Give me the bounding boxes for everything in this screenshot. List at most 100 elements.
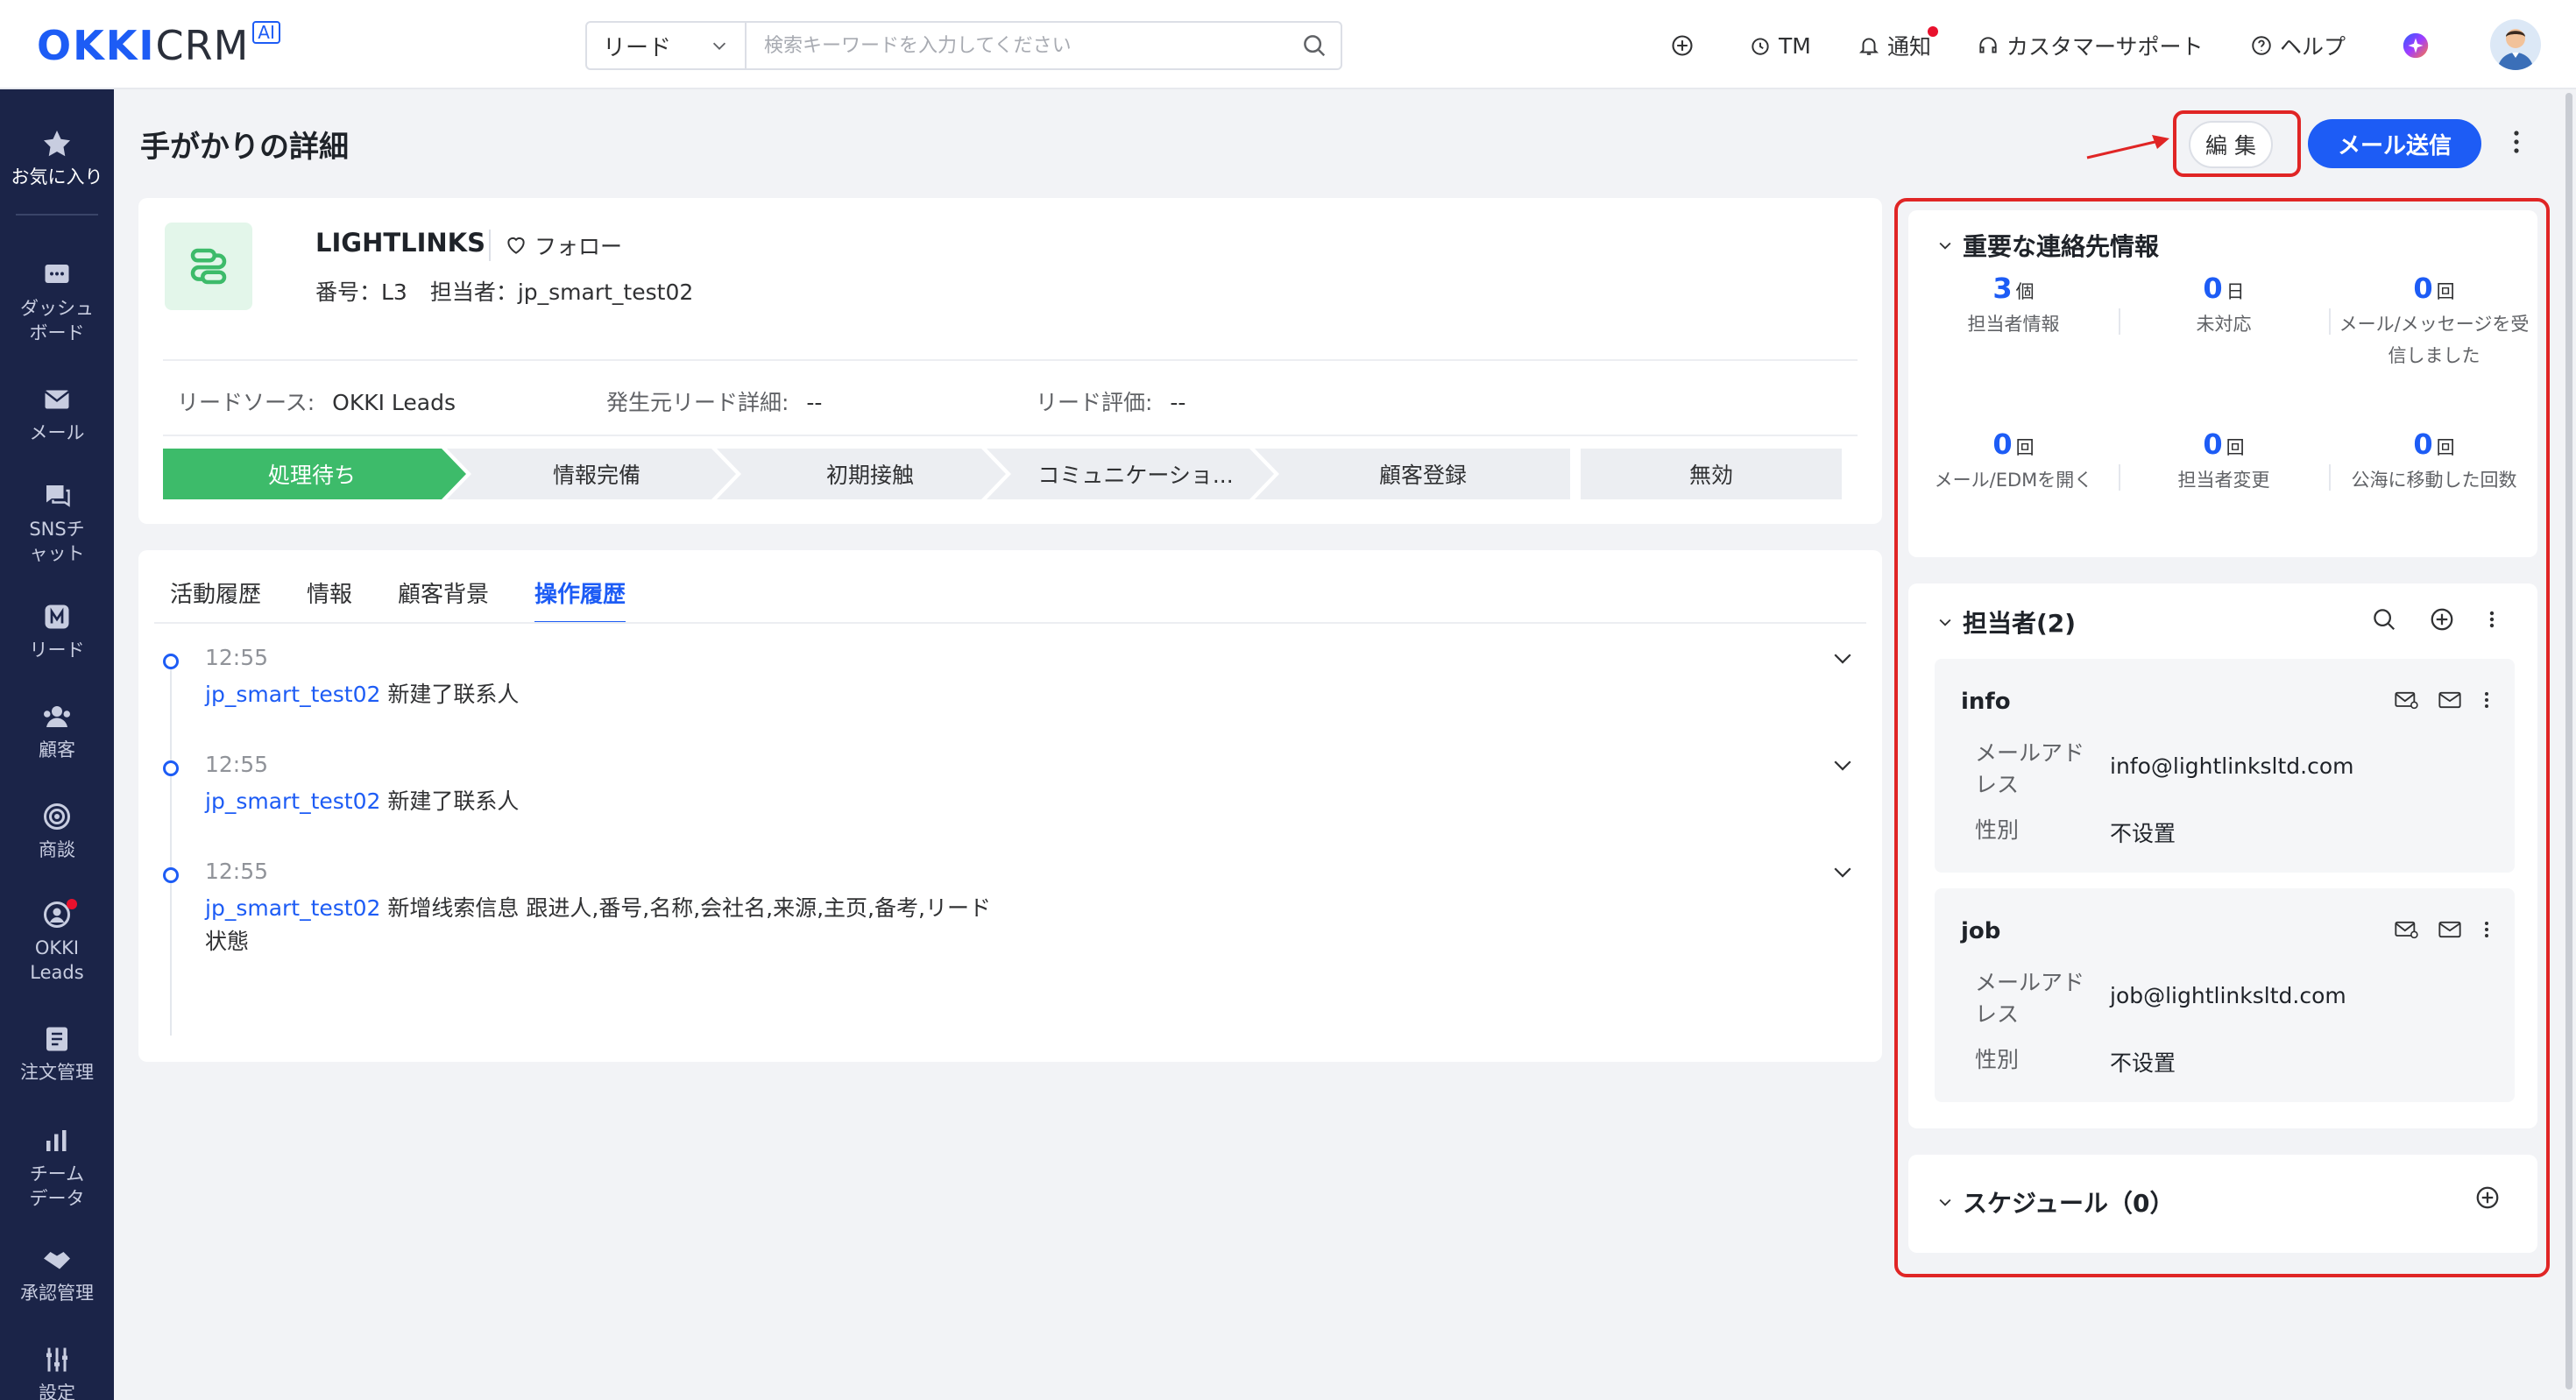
stage-customer-registration[interactable]: 顧客登録 [1274,449,1572,499]
sidebar-item-approvals[interactable]: 承認管理 [0,1244,114,1305]
sidebar-item-label: チームデータ [29,1163,85,1209]
search-input[interactable] [747,23,1288,68]
sidebar-item-label: お気に入り [11,166,103,187]
add-icon[interactable] [1670,26,1695,65]
sidebar-divider [16,214,98,216]
activity-card: 活動履歴 情報 顧客背景 操作履歴 12:55 jp_smart_test02 … [138,550,1882,1062]
search-scope-value: リード [603,34,672,61]
okki-crm-logo[interactable]: OKKI CRM AI [37,21,280,70]
stage-invalid[interactable]: 無効 [1581,449,1842,499]
bell-icon [1858,38,1879,55]
chat-icon [45,485,70,507]
lead-meta: 番号：L3 担当者：jp_smart_test02 [315,275,716,307]
help-link[interactable]: ヘルプ [2250,26,2346,65]
timeline-dot [163,654,179,669]
chevron-down-icon[interactable] [1829,752,1856,778]
edit-button[interactable]: 編 集 [2189,121,2273,168]
sidebar-item-sns-chat[interactable]: SNSチャット [0,480,114,566]
sidebar-item-dashboard[interactable]: ダッシュボード [0,259,114,345]
search-icon[interactable] [1288,32,1341,59]
logo-crm: CRM [155,22,250,69]
stage-pipeline: 処理待ち 情報完備 初期接触 コミュニケーショ... 顧客登録 無効 [163,449,1858,499]
timeline-dot [163,760,179,776]
lead-summary-card: LIGHTLINKS フォロー 番号：L3 担当者：jp_smart_test02… [138,198,1882,524]
follow-button[interactable]: フォロー [489,230,622,261]
customer-support-link[interactable]: カスタマーサポート [1977,26,2204,65]
divider [163,359,1858,361]
chevron-down-icon[interactable] [1829,645,1856,671]
star-icon [44,131,70,157]
timeline-entry-text: jp_smart_test02 新建了联系人 [205,678,1029,711]
lead-rating-label: リード評価: [1036,390,1153,415]
timeline-user-link[interactable]: jp_smart_test02 [205,682,380,707]
sidebar-item-label: 注文管理 [20,1062,94,1083]
headset-icon [1979,37,1997,53]
lead-name: LIGHTLINKS [315,228,486,258]
stage-info-complete[interactable]: 情報完備 [461,449,732,499]
page-scrollbar-thumb[interactable] [2565,93,2572,1389]
sidebar-item-mail[interactable]: メール [0,384,114,445]
lead-source-label: リードソース: [177,390,315,415]
ai-assistant-icon[interactable] [2401,26,2431,65]
send-mail-button[interactable]: メール送信 [2308,119,2481,168]
tab-info[interactable]: 情報 [307,576,352,624]
chevron-down-icon[interactable] [1829,859,1856,885]
timeline-time: 12:55 [205,752,269,777]
tm-label: TM [1779,32,1811,59]
tab-customer-background[interactable]: 顧客背景 [398,576,489,624]
timeline-dot [163,867,179,883]
sidebar-item-deals[interactable]: 商談 [0,801,114,862]
top-bar: OKKI CRM AI リード TM 通知 カスタマーサポート [0,0,2576,89]
stage-communication[interactable]: コミュニケーショ... [1004,449,1267,499]
timeline-entry-text: jp_smart_test02 新增线索信息 跟进人,番号,名称,会社名,来源,… [205,892,994,958]
tm-link[interactable]: TM [1749,26,1811,65]
sidebar-item-okki-leads[interactable]: OKKI Leads [0,899,114,985]
bar-chart-icon [46,1130,67,1151]
heart-icon [507,237,525,254]
user-avatar[interactable] [2490,19,2541,70]
sidebar-item-customers[interactable]: 顧客 [0,701,114,762]
search-scope-select[interactable]: リード [587,23,747,68]
timeline-action: 新建了联系人 [387,788,520,814]
sidebar-item-label: 設定 [39,1382,75,1400]
settings-icon [46,1347,67,1372]
notification-label: 通知 [1887,34,1932,60]
more-vertical-icon[interactable] [2508,126,2525,158]
chevron-down-icon [712,42,726,50]
logo-okki: OKKI [37,22,156,69]
tab-divider [154,622,1866,624]
okki-leads-dot [67,899,77,909]
sidebar-item-label: ダッシュボード [20,298,94,343]
timeline-entry-text: jp_smart_test02 新建了联系人 [205,785,1029,818]
tab-activity-history[interactable]: 活動履歴 [170,576,261,624]
sidebar-item-label: メール [29,422,85,443]
timeline-user-link[interactable]: jp_smart_test02 [205,895,380,921]
timeline-time: 12:55 [205,645,269,670]
target-icon [44,803,70,830]
sidebar-item-leads[interactable]: リード [0,601,114,662]
notification-link[interactable]: 通知 [1858,26,1938,65]
origin-detail: 発生元リード詳細: -- [606,385,822,417]
dashboard-icon [45,265,69,283]
timeline-user-link[interactable]: jp_smart_test02 [205,788,380,814]
stage-pending[interactable]: 処理待ち [163,449,461,499]
lead-source-value: OKKI Leads [332,390,456,415]
mail-icon [44,390,70,409]
sidebar-item-settings[interactable]: 設定 [0,1344,114,1400]
page-title: 手がかりの詳細 [140,130,349,165]
sidebar-item-favorites[interactable]: お気に入り [0,128,114,189]
stage-initial-contact[interactable]: 初期接触 [734,449,1006,499]
origin-detail-value: -- [806,390,823,415]
tab-operation-history[interactable]: 操作履歴 [534,576,626,624]
global-search: リード [585,21,1342,70]
sidebar-item-orders[interactable]: 注文管理 [0,1023,114,1085]
customer-icon [44,706,70,727]
lead-rating: リード評価: -- [1036,385,1185,417]
handshake-icon [44,1252,70,1269]
sidebar-item-label: 承認管理 [20,1283,94,1304]
annotation-arrow [2086,135,2169,159]
follow-label: フォロー [534,234,623,259]
help-icon [2252,36,2271,55]
divider [163,435,1858,436]
sidebar-item-team-data[interactable]: チームデータ [0,1125,114,1211]
